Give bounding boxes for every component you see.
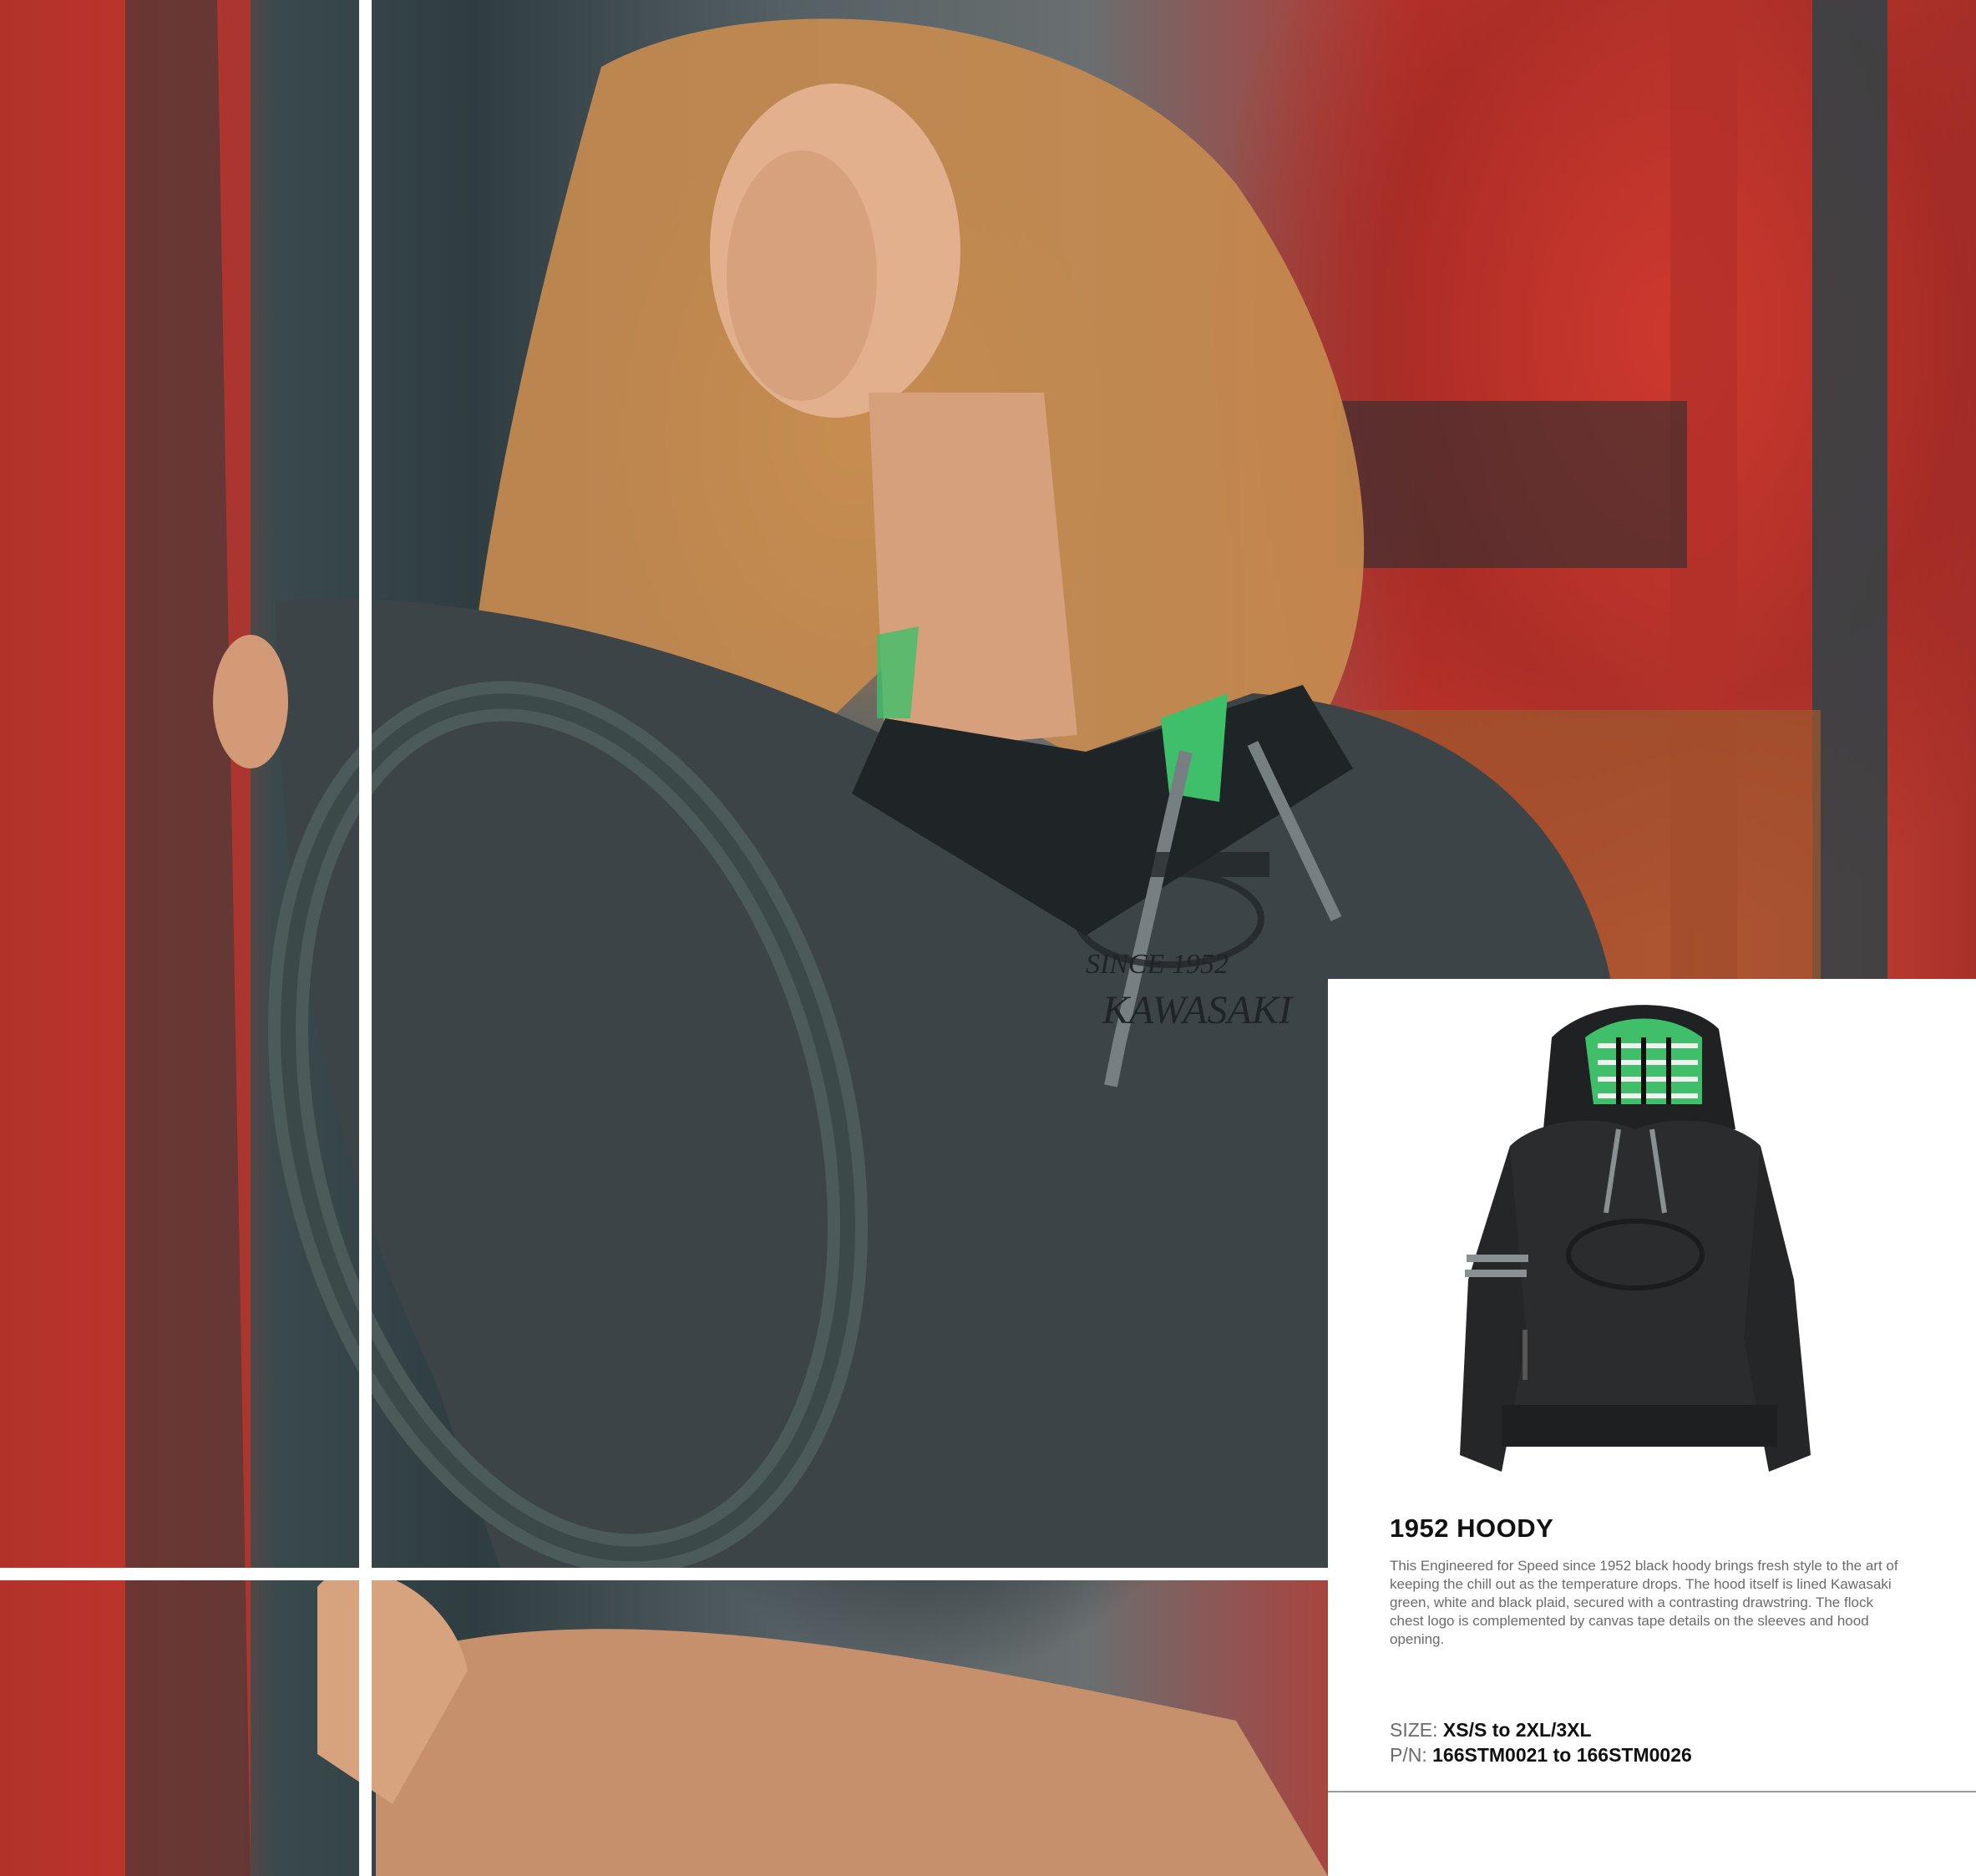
product-info-panel: 1952 HOODY This Engineered for Speed sin… <box>1328 979 1976 1876</box>
part-number-value: 166STM0021 to 166STM0026 <box>1432 1744 1692 1766</box>
size-label: SIZE: <box>1390 1719 1438 1741</box>
bottom-divider <box>1328 1791 1976 1792</box>
part-number-spec: P/N: 166STM0021 to 166STM0026 <box>1390 1744 1692 1767</box>
vertical-frame-divider <box>359 0 372 1876</box>
size-spec: SIZE: XS/S to 2XL/3XL <box>1390 1719 1592 1742</box>
product-title: 1952 HOODY <box>1390 1513 1554 1543</box>
hoody-product-image <box>1460 1005 1811 1472</box>
part-number-label: P/N: <box>1390 1744 1427 1766</box>
size-value: XS/S to 2XL/3XL <box>1442 1719 1592 1741</box>
horizontal-frame-divider <box>0 1568 1328 1580</box>
product-description: This Engineered for Speed since 1952 bla… <box>1390 1558 1898 1647</box>
chest-logo-text: KAWASAKI <box>1102 988 1294 1032</box>
chest-logo-since: SINCE 1952 <box>1086 949 1229 980</box>
